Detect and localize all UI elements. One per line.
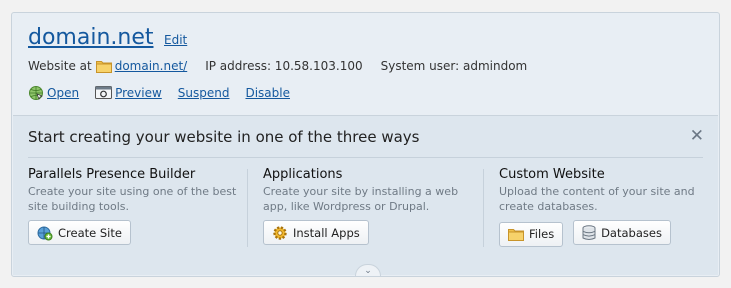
databases-button[interactable]: Databases	[573, 220, 671, 245]
folder-icon	[95, 60, 112, 73]
info-row: Website at domain.net/ IP address: 10.58…	[28, 59, 527, 73]
column-description: Upload the content of your site and crea…	[499, 185, 695, 213]
globe-icon	[29, 86, 43, 100]
system-user-text: System user: admindom	[380, 59, 528, 73]
column-title: Applications	[263, 167, 343, 182]
ip-address-text: IP address: 10.58.103.100	[205, 59, 363, 73]
column-title: Parallels Presence Builder	[28, 167, 196, 182]
files-label: Files	[529, 227, 555, 241]
website-starter-panel: Start creating your website in one of th…	[13, 115, 718, 276]
databases-label: Databases	[601, 225, 662, 240]
close-icon[interactable]: ✕	[690, 126, 704, 146]
expand-chevron-icon[interactable]: ⌄	[355, 264, 381, 276]
open-label: Open	[47, 86, 80, 100]
folder-icon	[508, 228, 524, 241]
presence-builder-icon	[37, 226, 53, 240]
preview-icon	[95, 86, 113, 99]
applications-column: Applications Create your site by install…	[263, 167, 479, 245]
website-link[interactable]: domain.net/	[115, 59, 188, 73]
presence-builder-column: Parallels Presence Builder Create your s…	[28, 167, 244, 245]
column-divider	[483, 169, 484, 247]
column-title: Custom Website	[499, 167, 605, 182]
website-at-label: Website at	[28, 59, 92, 73]
domain-panel: domain.net Edit Website at domain.net/ I…	[11, 12, 720, 277]
column-description: Create your site by installing a web app…	[263, 185, 459, 213]
create-site-label: Create Site	[58, 225, 122, 240]
edit-link[interactable]: Edit	[164, 33, 187, 47]
install-apps-label: Install Apps	[293, 225, 360, 240]
create-site-button[interactable]: Create Site	[28, 220, 131, 245]
disable-link[interactable]: Disable	[245, 86, 290, 100]
open-link[interactable]: Open	[28, 85, 79, 101]
database-icon	[582, 224, 596, 240]
preview-link[interactable]: Preview	[95, 86, 162, 100]
files-button[interactable]: Files	[499, 221, 564, 247]
preview-label: Preview	[115, 86, 162, 100]
starter-title: Start creating your website in one of th…	[28, 128, 420, 146]
domain-title-link[interactable]: domain.net	[28, 25, 154, 50]
column-description: Create your site using one of the best s…	[28, 185, 237, 213]
custom-website-column: Custom Website Upload the content of you…	[499, 167, 715, 247]
install-apps-button[interactable]: Install Apps	[263, 220, 369, 245]
suspend-link[interactable]: Suspend	[178, 86, 230, 100]
column-divider	[247, 169, 248, 247]
action-links: Open Preview Suspend Disable	[28, 85, 306, 101]
divider	[28, 157, 703, 158]
gear-icon	[273, 225, 287, 240]
